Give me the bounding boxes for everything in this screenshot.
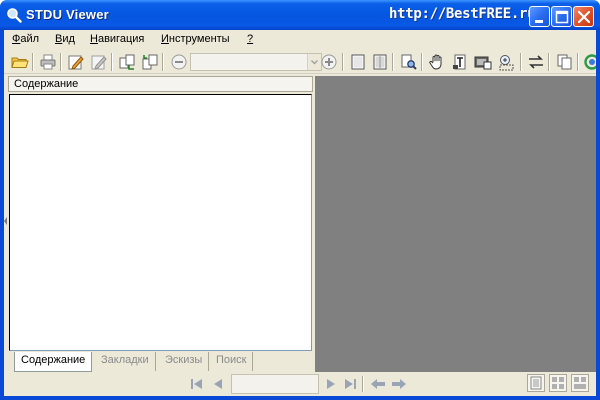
app-magnifier-icon (6, 7, 22, 23)
toolbar-separator (342, 53, 344, 71)
toolbar-separator (421, 53, 423, 71)
toolbar-separator (392, 53, 394, 71)
print-icon[interactable] (39, 53, 57, 71)
tab-search[interactable]: Поиск (210, 352, 254, 371)
back-icon[interactable] (369, 376, 387, 392)
status-bar (4, 372, 596, 396)
edit-icon[interactable] (67, 53, 85, 71)
minimize-icon (535, 20, 543, 23)
edit-disabled-icon[interactable] (90, 53, 108, 71)
contents-tree[interactable] (9, 94, 312, 351)
forward-icon[interactable] (390, 376, 408, 392)
page-number-input[interactable] (231, 374, 319, 394)
toolbar-separator (577, 53, 579, 71)
menu-bar: Файл Вид Навигация Инструменты ? (4, 30, 596, 50)
next-page-icon[interactable] (322, 376, 340, 392)
window-title: STDU Viewer (26, 7, 109, 22)
tab-contents[interactable]: Содержание (14, 352, 93, 372)
tab-bookmarks[interactable]: Закладки (95, 352, 156, 371)
last-page-icon[interactable] (341, 376, 359, 392)
copy-page-icon[interactable] (118, 53, 136, 71)
menu-navigation[interactable]: Навигация (90, 33, 144, 45)
toolbar-separator (162, 53, 164, 71)
close-button[interactable] (573, 6, 594, 27)
toolbar-separator (548, 53, 550, 71)
zoom-in-icon[interactable] (320, 53, 338, 71)
app-window: STDU Viewer http://BestFREE.ru Файл Вид … (0, 0, 600, 400)
watermark-text: http://BestFREE.ru (389, 6, 536, 22)
zoom-area-icon[interactable] (497, 53, 515, 71)
panel-title: Содержание (8, 76, 313, 92)
document-view[interactable] (315, 76, 596, 372)
zoom-combo[interactable] (190, 53, 322, 71)
facing-pages-icon[interactable] (371, 53, 389, 71)
side-panel: Содержание Содержание Закладки Эскизы По… (8, 76, 313, 372)
open-folder-icon[interactable] (11, 53, 29, 71)
paste-page-icon[interactable] (141, 53, 159, 71)
menu-help[interactable]: ? (247, 33, 253, 45)
maximize-button[interactable] (551, 6, 572, 27)
chevron-down-icon[interactable] (307, 54, 321, 70)
find-icon[interactable] (400, 53, 418, 71)
grid-view-icon[interactable] (549, 374, 567, 392)
close-icon (577, 10, 591, 24)
client-area: Файл Вид Навигация Инструменты ? Содержа… (4, 30, 596, 396)
hand-tool-icon[interactable] (428, 53, 446, 71)
rotate-icon[interactable] (527, 53, 545, 71)
toolbar-separator (60, 53, 62, 71)
prev-page-icon[interactable] (209, 376, 227, 392)
snapshot-icon[interactable] (474, 53, 492, 71)
panel-tabs: Содержание Закладки Эскизы Поиск (14, 352, 313, 372)
statusbar-separator (362, 376, 364, 392)
first-page-icon[interactable] (188, 376, 206, 392)
window-bottom-border (0, 396, 600, 400)
copy-icon[interactable] (556, 53, 574, 71)
toolbar-separator (111, 53, 113, 71)
zoom-out-icon[interactable] (170, 53, 188, 71)
toolbar-separator (32, 53, 34, 71)
toolbar-separator (520, 53, 522, 71)
single-page-icon[interactable] (349, 53, 367, 71)
minimize-button[interactable] (529, 6, 550, 27)
tile-view-icon[interactable] (571, 374, 589, 392)
text-select-icon[interactable] (451, 53, 469, 71)
refresh-icon[interactable] (583, 53, 596, 71)
menu-view[interactable]: Вид (55, 33, 75, 45)
menu-tools[interactable]: Инструменты (161, 33, 230, 45)
maximize-icon (555, 10, 569, 24)
single-view-icon[interactable] (527, 374, 545, 392)
toolbar (4, 50, 596, 74)
tab-thumbnails[interactable]: Эскизы (159, 352, 210, 371)
title-bar[interactable]: STDU Viewer http://BestFREE.ru (0, 0, 600, 30)
menu-file[interactable]: Файл (12, 33, 39, 45)
